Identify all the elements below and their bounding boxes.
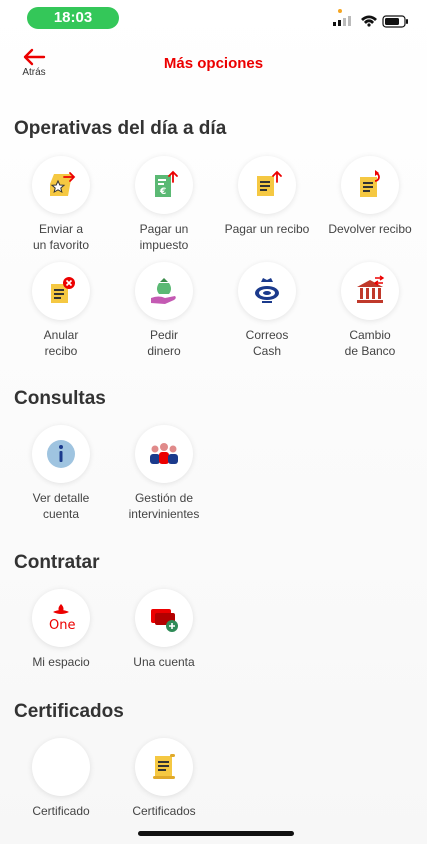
item-certificados[interactable]: Certificados <box>113 738 215 819</box>
item-label: Correos Cash <box>245 328 289 358</box>
signal-icon <box>333 22 336 26</box>
item-anular-recibo[interactable]: Anular recibo <box>10 262 112 359</box>
item-label: Ver detalle cuenta <box>32 491 90 521</box>
status-bar: 18:03 <box>0 0 427 40</box>
item-label: Pagar un impuesto <box>139 222 189 252</box>
blank-icon <box>32 738 90 796</box>
pay-tax-icon: € <box>155 170 178 197</box>
section-title-consultas: Consultas <box>14 388 106 409</box>
request-money-icon <box>151 278 176 304</box>
item-label: Mi espacio <box>32 655 90 669</box>
status-icons <box>333 9 408 28</box>
cancel-receipt-icon <box>51 277 75 303</box>
item-label: Enviar a un favorito <box>32 222 90 252</box>
item-correos-cash[interactable]: Correos Cash <box>216 262 318 359</box>
info-icon <box>47 440 75 468</box>
item-pagar-recibo[interactable]: Pagar un recibo <box>216 156 318 237</box>
item-enviar-favorito[interactable]: Enviar a un favorito <box>10 156 112 253</box>
section-title-operativas: Operativas del día a día <box>14 118 227 139</box>
item-mi-espacio[interactable]: One Mi espacio <box>10 589 112 670</box>
item-label: Pagar un recibo <box>224 222 310 236</box>
bank-change-icon <box>357 275 385 303</box>
favorite-send-icon <box>50 172 76 196</box>
certificate-scroll-icon <box>153 754 175 779</box>
item-label: Gestión de intervinientes <box>128 491 200 521</box>
item-devolver-recibo[interactable]: Devolver recibo <box>319 156 421 237</box>
orange-dot-icon <box>338 9 342 13</box>
item-pagar-impuesto[interactable]: € Pagar un impuesto <box>113 156 215 253</box>
section-title-certificados: Certificados <box>14 701 124 722</box>
item-una-cuenta[interactable]: Una cuenta <box>113 589 215 670</box>
svg-text:€: € <box>159 187 166 197</box>
correos-cash-icon <box>255 278 279 303</box>
svg-text:One: One <box>49 618 75 633</box>
battery-icon <box>382 15 408 28</box>
item-gestion-intervinientes[interactable]: Gestión de intervinientes <box>113 425 215 522</box>
section-title-contratar: Contratar <box>14 552 100 573</box>
page-title: Más opciones <box>163 55 264 72</box>
pay-receipt-icon <box>257 170 282 196</box>
item-label: Certificados <box>132 804 196 818</box>
people-icon <box>150 443 178 464</box>
item-cambio-banco[interactable]: Cambio de Banco <box>319 262 421 359</box>
item-ver-detalle-cuenta[interactable]: Ver detalle cuenta <box>10 425 112 522</box>
item-certificado[interactable]: Certificado <box>10 738 112 819</box>
wifi-icon <box>361 15 377 27</box>
item-label: Anular recibo <box>43 328 79 358</box>
status-time: 18:03 <box>27 7 119 29</box>
santander-one-icon: One <box>49 604 75 633</box>
item-pedir-dinero[interactable]: Pedir dinero <box>113 262 215 359</box>
home-indicator <box>138 831 294 836</box>
item-label: Devolver recibo <box>328 222 412 236</box>
new-account-icon <box>151 609 178 632</box>
header: Atrás Más opciones <box>0 40 427 90</box>
item-label: Pedir dinero <box>147 328 181 358</box>
item-label: Certificado <box>32 804 90 818</box>
item-label: Cambio de Banco <box>344 328 396 358</box>
item-label: Una cuenta <box>133 655 195 669</box>
return-receipt-icon <box>360 170 380 197</box>
